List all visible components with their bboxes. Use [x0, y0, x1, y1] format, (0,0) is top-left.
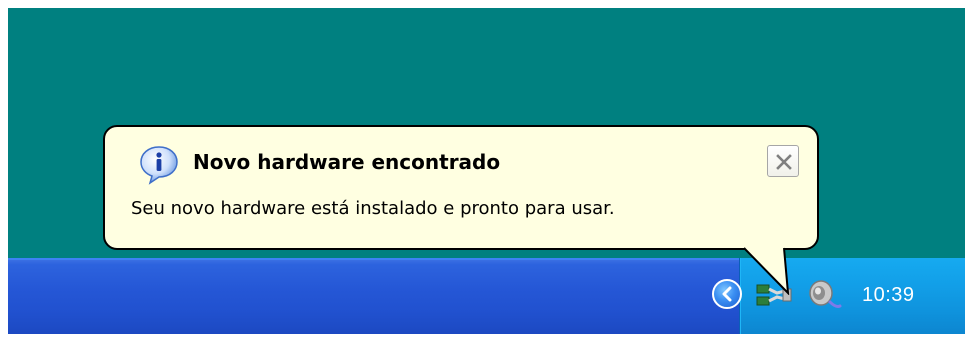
- info-icon: [140, 146, 178, 185]
- chevron-left-icon: [722, 286, 732, 302]
- close-button[interactable]: [767, 145, 799, 177]
- notification-balloon[interactable]: [103, 125, 819, 250]
- speaker-volume-icon[interactable]: [806, 278, 846, 312]
- close-icon: [776, 154, 792, 170]
- balloon-message: Seu novo hardware está instalado e pront…: [131, 198, 615, 219]
- balloon-tail: [743, 247, 790, 295]
- system-clock[interactable]: 10:39: [862, 284, 915, 307]
- balloon-title: Novo hardware encontrado: [193, 150, 501, 174]
